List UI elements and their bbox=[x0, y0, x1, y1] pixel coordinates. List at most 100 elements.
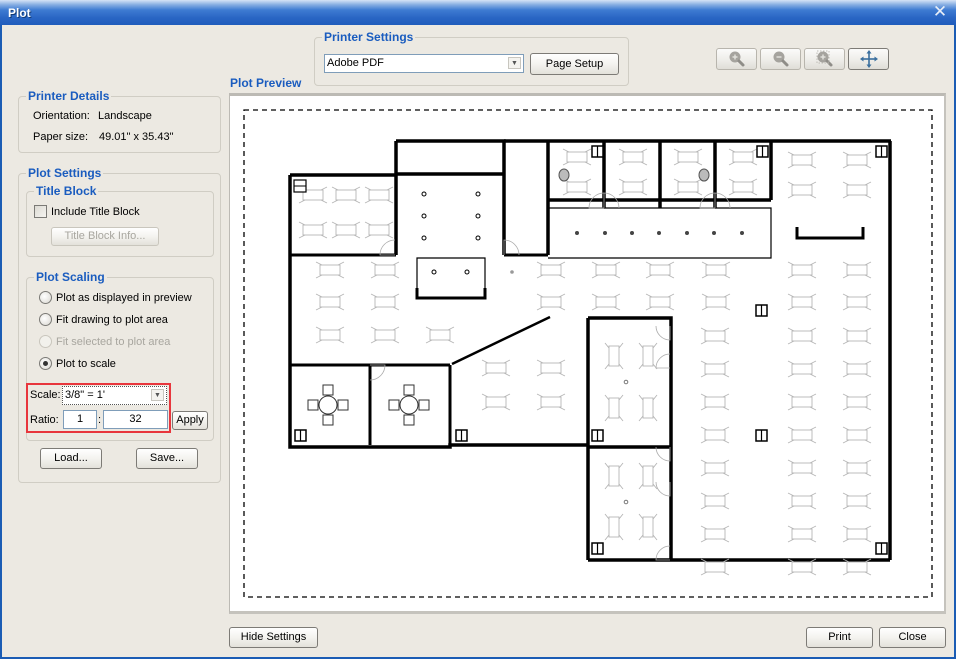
table-icon bbox=[364, 186, 394, 204]
radio-plot-to-scale[interactable] bbox=[39, 357, 52, 370]
table-icon bbox=[370, 261, 400, 279]
include-title-block-label[interactable]: Include Title Block bbox=[51, 206, 140, 219]
printer-settings-legend: Printer Settings bbox=[322, 30, 416, 44]
wall bbox=[288, 175, 588, 449]
radio-plot-as-displayed[interactable] bbox=[39, 291, 52, 304]
ratio-label: Ratio: bbox=[30, 414, 59, 426]
ratio-right-input[interactable]: 32 bbox=[103, 410, 168, 429]
scale-select[interactable]: 3/8" = 1' ▼ bbox=[62, 386, 167, 405]
light-fixture bbox=[575, 231, 579, 235]
table-icon bbox=[645, 293, 675, 311]
table-icon bbox=[604, 342, 624, 370]
table-icon bbox=[700, 426, 730, 444]
table-icon bbox=[481, 359, 511, 377]
chair bbox=[322, 414, 334, 426]
door-swing bbox=[655, 446, 671, 462]
table-icon bbox=[787, 327, 817, 345]
table-icon bbox=[728, 148, 758, 166]
table-icon bbox=[842, 151, 872, 169]
table-icon bbox=[700, 393, 730, 411]
chevron-down-icon[interactable]: ▼ bbox=[151, 389, 164, 401]
close-button[interactable]: Close bbox=[879, 627, 946, 648]
radio-fit-selected[interactable] bbox=[39, 335, 52, 348]
table-icon bbox=[700, 327, 730, 345]
ratio-left-input[interactable]: 1 bbox=[63, 410, 97, 429]
round-table bbox=[318, 395, 338, 415]
table-icon bbox=[298, 221, 328, 239]
table-icon bbox=[315, 326, 345, 344]
zoom-extents-icon bbox=[816, 50, 832, 67]
table-icon bbox=[604, 462, 624, 490]
door-swing bbox=[655, 353, 671, 369]
title-block-legend: Title Block bbox=[34, 184, 99, 198]
chair bbox=[403, 414, 415, 426]
plant bbox=[558, 168, 570, 182]
plot-scaling-legend: Plot Scaling bbox=[34, 270, 107, 284]
table-icon bbox=[842, 393, 872, 411]
table-icon bbox=[536, 359, 566, 377]
table-icon bbox=[331, 186, 361, 204]
light-fixture bbox=[510, 270, 514, 274]
table-icon bbox=[536, 393, 566, 411]
include-title-block-checkbox[interactable] bbox=[34, 205, 47, 218]
round-table bbox=[399, 395, 419, 415]
light-fixture bbox=[603, 231, 607, 235]
radio-plot-to-scale-label[interactable]: Plot to scale bbox=[56, 358, 116, 371]
light-fixture bbox=[685, 231, 689, 235]
plot-dialog: Plot ✕ Printer Settings Adobe PDF ▼ Page… bbox=[0, 0, 956, 659]
zoom-out-icon bbox=[773, 51, 788, 67]
light-fixture bbox=[623, 499, 629, 505]
hide-settings-button[interactable]: Hide Settings bbox=[229, 627, 318, 648]
zoom-extents-button[interactable] bbox=[804, 48, 845, 70]
light-fixture bbox=[421, 191, 427, 197]
table-icon bbox=[842, 525, 872, 543]
pan-button[interactable] bbox=[848, 48, 889, 70]
table-icon bbox=[638, 513, 658, 541]
printer-select[interactable]: Adobe PDF ▼ bbox=[324, 54, 524, 73]
table-icon bbox=[536, 293, 566, 311]
radio-selected-dot bbox=[43, 361, 48, 366]
title-block-info-button[interactable]: Title Block Info... bbox=[51, 227, 159, 246]
table-icon bbox=[787, 261, 817, 279]
load-button[interactable]: Load... bbox=[40, 448, 102, 469]
table-icon bbox=[331, 221, 361, 239]
radio-fit-drawing-label[interactable]: Fit drawing to plot area bbox=[56, 314, 168, 327]
floor-plan-drawing bbox=[243, 109, 933, 598]
table-icon bbox=[673, 178, 703, 196]
radio-fit-drawing[interactable] bbox=[39, 313, 52, 326]
table-icon bbox=[842, 492, 872, 510]
table-icon bbox=[842, 261, 872, 279]
light-fixture bbox=[475, 235, 481, 241]
table-icon bbox=[370, 293, 400, 311]
table-icon bbox=[618, 148, 648, 166]
table-icon bbox=[787, 293, 817, 311]
table-icon bbox=[842, 293, 872, 311]
orientation-label: Orientation: bbox=[33, 110, 90, 122]
light-fixture bbox=[657, 231, 661, 235]
window-title: Plot bbox=[8, 6, 31, 20]
plot-preview-canvas[interactable] bbox=[229, 93, 946, 614]
table-icon bbox=[728, 178, 758, 196]
close-icon[interactable]: ✕ bbox=[932, 3, 948, 20]
zoom-out-button[interactable] bbox=[760, 48, 801, 70]
print-button[interactable]: Print bbox=[806, 627, 873, 648]
table-icon bbox=[700, 525, 730, 543]
chevron-down-icon[interactable]: ▼ bbox=[508, 57, 521, 69]
page-setup-button[interactable]: Page Setup bbox=[530, 53, 619, 75]
table-icon bbox=[701, 261, 731, 279]
radio-plot-as-displayed-label[interactable]: Plot as displayed in preview bbox=[56, 292, 192, 305]
plant bbox=[698, 168, 710, 182]
table-icon bbox=[315, 293, 345, 311]
radio-fit-selected-label[interactable]: Fit selected to plot area bbox=[56, 336, 170, 349]
table-icon bbox=[787, 492, 817, 510]
apply-button[interactable]: Apply bbox=[172, 411, 208, 430]
table-icon bbox=[364, 221, 394, 239]
save-button[interactable]: Save... bbox=[136, 448, 198, 469]
table-icon bbox=[700, 459, 730, 477]
zoom-in-button[interactable] bbox=[716, 48, 757, 70]
table-icon bbox=[700, 492, 730, 510]
pan-icon bbox=[859, 50, 878, 68]
table-icon bbox=[842, 426, 872, 444]
door-swing bbox=[655, 325, 671, 341]
table-icon bbox=[591, 293, 621, 311]
